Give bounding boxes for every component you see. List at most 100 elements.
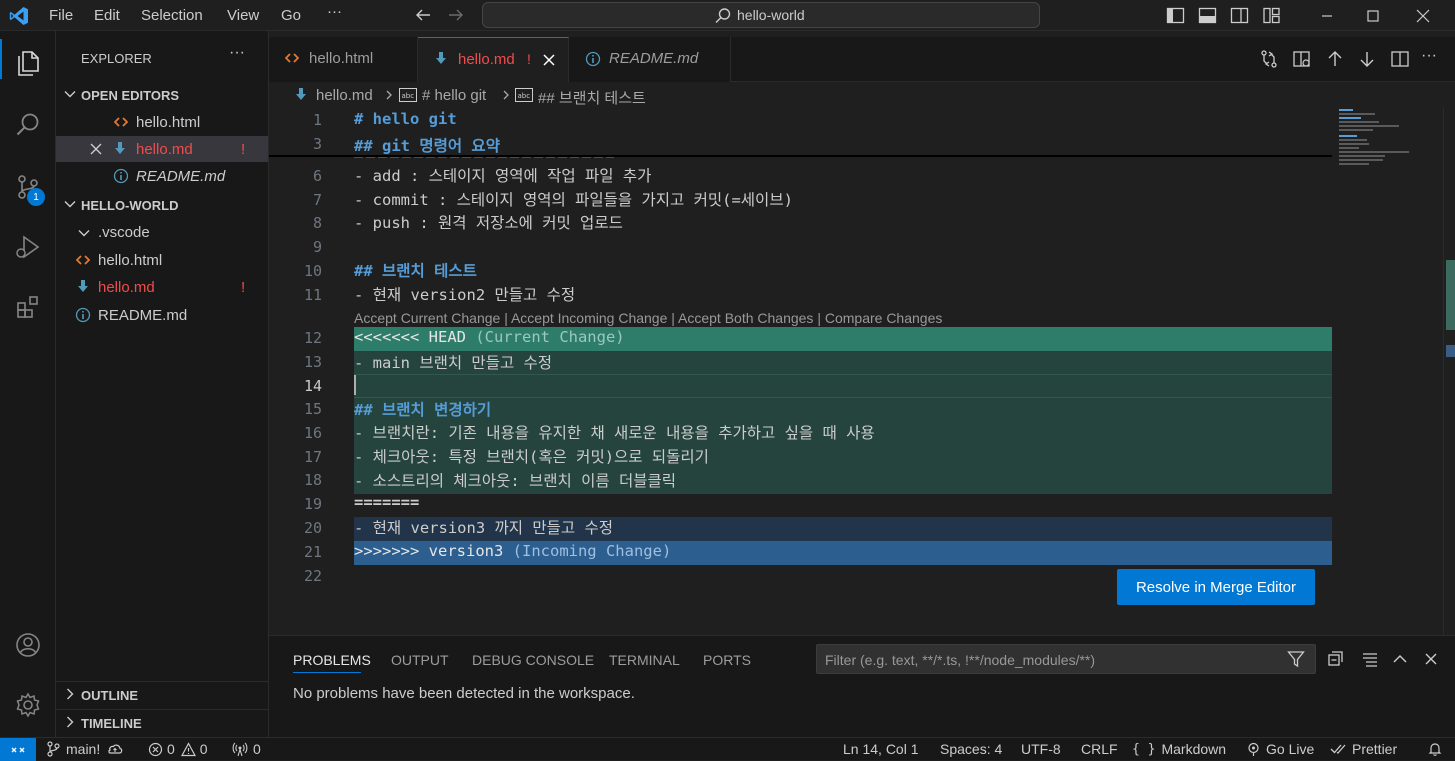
command-center-search[interactable]: hello-world (482, 2, 1040, 28)
breadcrumb-heading-2[interactable]: ## 브랜치 테스트 (538, 87, 646, 108)
next-conflict-icon[interactable] (1357, 49, 1377, 69)
maximize-button[interactable] (1350, 0, 1396, 31)
line-number: 18 (303, 471, 322, 489)
toggle-secondary-sidebar-icon[interactable] (1230, 6, 1249, 25)
close-window-button[interactable] (1400, 0, 1446, 31)
outline-header[interactable]: OUTLINE (56, 684, 269, 706)
vertical-scrollbar[interactable] (1443, 107, 1455, 635)
explorer-more-actions[interactable]: ··· (229, 44, 245, 62)
tree-folder[interactable]: .vscode (56, 219, 268, 245)
sync-cloud-icon[interactable] (106, 742, 124, 756)
open-editors-label: OPEN EDITORS (81, 88, 180, 103)
remote-icon (10, 743, 26, 757)
open-editors-header[interactable]: OPEN EDITORS (56, 84, 269, 106)
panel-tab-debug-console[interactable]: DEBUG CONSOLE (472, 652, 594, 668)
toggle-panel-icon[interactable] (1198, 6, 1217, 25)
warning-count: 0 (199, 741, 208, 757)
panel-tab-ports[interactable]: PORTS (703, 652, 751, 668)
menu-go[interactable]: Go (281, 7, 301, 24)
panel-tab-output[interactable]: OUTPUT (391, 652, 449, 668)
encoding[interactable]: UTF-8 (1021, 741, 1061, 757)
menu-edit[interactable]: Edit (94, 7, 120, 24)
breadcrumb-file[interactable]: hello.md (316, 87, 373, 104)
chevron-right-icon (383, 89, 395, 101)
language-mode[interactable]: { } Markdown (1132, 741, 1226, 757)
broadcast-icon (1246, 742, 1261, 757)
code-line: - 현재 version2 만들고 수정 (354, 286, 576, 304)
line-number: 20 (303, 519, 322, 537)
customize-layout-icon[interactable] (1262, 6, 1281, 25)
open-editor-name: hello.html (136, 114, 201, 131)
filter-placeholder: Filter (e.g. text, **/*.ts, !**/node_mod… (825, 652, 1096, 668)
tree-file[interactable]: README.md (56, 302, 268, 328)
accounts-icon[interactable] (0, 621, 56, 669)
indentation[interactable]: Spaces: 4 (940, 741, 1002, 757)
timeline-header[interactable]: TIMELINE (56, 712, 269, 734)
title-bar: File Edit Selection View Go ··· hello-wo… (0, 0, 1455, 31)
open-editor-name: hello.md (136, 141, 193, 158)
panel-tab-terminal[interactable]: TERMINAL (609, 652, 680, 668)
prettier-status[interactable]: Prettier (1330, 741, 1397, 757)
minimap[interactable] (1333, 107, 1443, 635)
notifications-bell-icon[interactable] (1427, 741, 1443, 757)
ports-count: 0 (253, 741, 261, 757)
merge-conflict-codelens[interactable]: Accept Current Change | Accept Incoming … (354, 310, 942, 326)
view-as-list-icon[interactable] (1361, 650, 1379, 668)
workspace-header[interactable]: HELLO-WORLD (56, 194, 269, 216)
tree-file[interactable]: hello.md ! (56, 274, 268, 300)
back-arrow-icon[interactable] (414, 6, 432, 24)
close-icon[interactable] (89, 142, 103, 156)
tab-readme-md[interactable]: README.md (569, 37, 731, 82)
menu-more[interactable]: ··· (327, 3, 342, 20)
close-panel-icon[interactable] (1422, 650, 1440, 668)
forward-arrow-icon[interactable] (447, 6, 465, 24)
more-actions-icon[interactable]: ··· (1421, 47, 1441, 67)
git-branch-icon (46, 741, 60, 757)
menu-file[interactable]: File (49, 7, 73, 24)
settings-gear-icon[interactable] (0, 681, 56, 729)
toggle-sidebar-icon[interactable] (1166, 6, 1185, 25)
panel-tab-problems[interactable]: PROBLEMS (293, 652, 371, 668)
explorer-icon[interactable] (0, 39, 56, 87)
menu-selection[interactable]: Selection (141, 7, 203, 24)
workspace-label: HELLO-WORLD (81, 198, 179, 213)
remote-indicator-button[interactable] (0, 738, 36, 761)
tab-hello-html[interactable]: hello.html (269, 37, 418, 82)
sticky-scroll[interactable]: 1 # hello git 3 ## git 명령어 요약 (269, 107, 1332, 157)
code-line: - 브랜치란: 기존 내용을 유지한 채 새로운 내용을 추가하고 싶을 때 사… (354, 424, 875, 442)
open-changes-icon[interactable] (1259, 49, 1279, 69)
tree-file[interactable]: hello.html (56, 247, 268, 273)
search-view-icon[interactable] (0, 101, 56, 149)
end-of-line[interactable]: CRLF (1081, 741, 1118, 757)
filter-icon[interactable] (1287, 650, 1305, 668)
close-icon[interactable] (542, 53, 556, 67)
explorer-sidebar: EXPLORER ··· OPEN EDITORS hello.html hel… (56, 31, 269, 737)
html-file-icon (285, 51, 299, 65)
run-debug-icon[interactable] (0, 223, 56, 271)
resolve-in-merge-editor-button[interactable]: Resolve in Merge Editor (1117, 569, 1315, 605)
minimize-button[interactable] (1304, 0, 1350, 31)
go-live-button[interactable]: Go Live (1246, 741, 1314, 757)
extensions-icon[interactable] (0, 283, 56, 331)
open-preview-icon[interactable] (1292, 49, 1312, 69)
split-editor-icon[interactable] (1390, 49, 1410, 69)
branch-indicator[interactable]: main! (46, 741, 124, 757)
breadcrumb-heading-1[interactable]: # hello git (422, 87, 486, 104)
collapse-all-icon[interactable] (1327, 650, 1345, 668)
problems-indicator[interactable]: 0 0 (148, 741, 208, 757)
previous-conflict-icon[interactable] (1325, 49, 1345, 69)
problems-filter-input[interactable]: Filter (e.g. text, **/*.ts, !**/node_mod… (816, 644, 1316, 674)
menu-view[interactable]: View (227, 7, 259, 24)
source-control-icon[interactable] (0, 163, 56, 211)
open-editor-item[interactable]: hello.md ! (56, 136, 268, 162)
open-editor-item[interactable]: README.md (56, 163, 268, 189)
open-editor-item[interactable]: hello.html (56, 109, 268, 135)
tab-hello-md[interactable]: hello.md ! (418, 37, 569, 82)
maximize-panel-icon[interactable] (1391, 650, 1409, 668)
line-number: 22 (303, 567, 322, 585)
cursor-position[interactable]: Ln 14, Col 1 (843, 741, 919, 757)
command-center-label: hello-world (737, 7, 805, 23)
ports-indicator[interactable]: 0 (232, 741, 261, 757)
code-editor[interactable]: 1 # hello git 3 ## git 명령어 요약 6 - add : … (269, 107, 1455, 635)
chevron-down-icon (77, 226, 91, 240)
